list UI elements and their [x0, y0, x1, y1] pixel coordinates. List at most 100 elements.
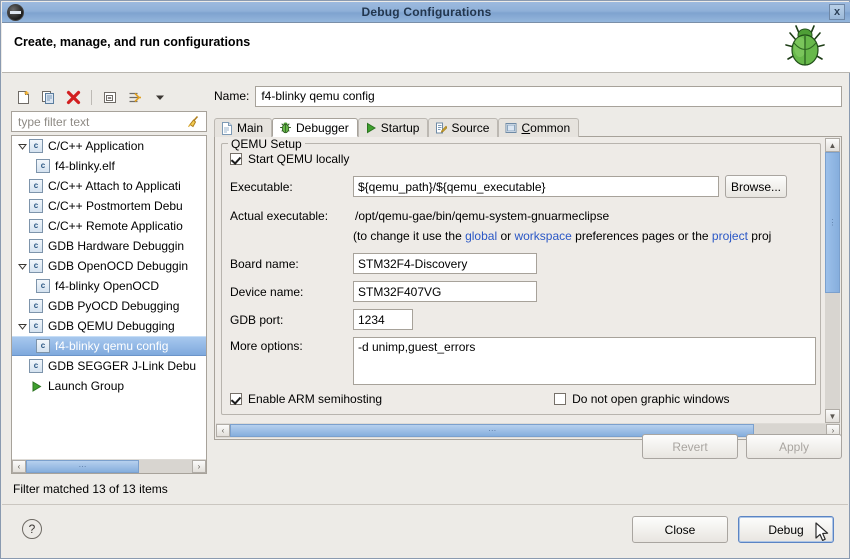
- tree-item[interactable]: cGDB PyOCD Debugging: [12, 296, 206, 316]
- tab-source-label: Source: [451, 121, 489, 135]
- more-options-input[interactable]: -d unimp,guest_errors: [353, 337, 816, 385]
- tree-item-label: GDB OpenOCD Debuggin: [48, 259, 188, 273]
- tree-item[interactable]: c GDB Hardware Debuggin: [12, 236, 206, 256]
- scroll-up-icon[interactable]: ▲: [825, 138, 840, 152]
- gdb-port-input[interactable]: 1234: [353, 309, 413, 330]
- mouse-cursor: [815, 522, 831, 547]
- panel-vertical-scrollbar[interactable]: ▲ ⋮ ▼: [825, 138, 840, 423]
- new-configuration-icon[interactable]: [13, 87, 33, 107]
- more-options-row: More options: -d unimp,guest_errors: [230, 337, 816, 385]
- actual-executable-row: Actual executable: /opt/qemu-gae/bin/qem…: [230, 205, 816, 226]
- tree-item[interactable]: cf4-blinky qemu config: [12, 336, 206, 356]
- tab-startup[interactable]: Startup: [358, 118, 429, 137]
- tree-item[interactable]: cf4-blinky OpenOCD: [12, 276, 206, 296]
- expander-expanded-icon[interactable]: [16, 142, 29, 151]
- hint-suffix: proj: [748, 229, 771, 243]
- tab-debugger[interactable]: Debugger: [272, 118, 358, 137]
- enable-arm-semihosting-checkbox[interactable]: [230, 393, 242, 405]
- tab-bar: Main Debugger: [214, 116, 842, 137]
- no-graphic-windows-checkbox[interactable]: [554, 393, 566, 405]
- board-name-input[interactable]: STM32F4-Discovery: [353, 253, 537, 274]
- start-qemu-locally-checkbox[interactable]: [230, 153, 242, 165]
- green-play-icon: [365, 122, 377, 134]
- tree-item-label: f4-blinky.elf: [55, 159, 115, 173]
- c-config-icon: c: [29, 239, 43, 253]
- common-icon: [505, 122, 517, 134]
- scroll-right-icon[interactable]: ›: [192, 460, 206, 473]
- tree-item-label: GDB Hardware Debuggin: [48, 239, 184, 253]
- hscroll-thumb[interactable]: ⋯: [26, 460, 139, 473]
- gdb-port-label: GDB port:: [230, 313, 353, 327]
- configurations-panel: type filter text cC/C++ Applicationcf4-b…: [11, 85, 207, 496]
- tree-item[interactable]: cC/C++ Attach to Applicati: [12, 176, 206, 196]
- close-icon[interactable]: x: [829, 4, 845, 20]
- bottom-checkbox-row: Enable ARM semihosting Do not open graph…: [230, 392, 816, 406]
- tree-item[interactable]: c GDB OpenOCD Debuggin: [12, 256, 206, 276]
- close-button[interactable]: Close: [632, 516, 728, 543]
- tab-common-label: Common: [521, 121, 570, 135]
- tree-item-label: Launch Group: [48, 379, 124, 393]
- scroll-down-icon[interactable]: ▼: [825, 409, 840, 423]
- device-name-row: Device name: STM32F407VG: [230, 281, 816, 302]
- start-qemu-locally-label: Start QEMU locally: [248, 152, 349, 166]
- hint-mid2: preferences pages or the: [572, 229, 712, 243]
- board-name-label: Board name:: [230, 257, 353, 271]
- browse-button[interactable]: Browse...: [725, 175, 787, 198]
- tree-item[interactable]: cf4-blinky.elf: [12, 156, 206, 176]
- tree-item[interactable]: cC/C++ Application: [12, 136, 206, 156]
- tree-item[interactable]: cC/C++ Postmortem Debu: [12, 196, 206, 216]
- qemu-setup-fields: Start QEMU locally Executable: ${qemu_pa…: [230, 152, 816, 413]
- filter-configurations-icon[interactable]: [125, 87, 145, 107]
- launch-group-play-icon: [29, 379, 43, 393]
- c-config-icon: c: [29, 319, 43, 333]
- broom-clear-icon[interactable]: [187, 115, 200, 131]
- revert-button[interactable]: Revert: [642, 434, 738, 459]
- tab-common[interactable]: Common: [498, 118, 579, 137]
- c-config-icon: c: [29, 299, 43, 313]
- c-config-icon: c: [29, 359, 43, 373]
- tree-item[interactable]: cGDB QEMU Debugging: [12, 316, 206, 336]
- configurations-toolbar: [11, 85, 207, 109]
- gdb-port-row: GDB port: 1234: [230, 309, 816, 330]
- start-qemu-locally-row[interactable]: Start QEMU locally: [230, 152, 816, 166]
- device-name-input[interactable]: STM32F407VG: [353, 281, 537, 302]
- tab-source[interactable]: Source: [428, 118, 498, 137]
- debug-configurations-dialog: Debug Configurations x Create, manage, a…: [0, 0, 850, 559]
- scroll-left-icon[interactable]: ‹: [12, 460, 26, 473]
- view-menu-chevron-icon[interactable]: [150, 87, 170, 107]
- c-config-icon: c: [29, 219, 43, 233]
- c-config-icon: c: [29, 259, 43, 273]
- filter-placeholder: type filter text: [12, 115, 89, 129]
- vscroll-thumb[interactable]: ⋮: [825, 152, 840, 293]
- expander-expanded-icon[interactable]: [16, 322, 29, 331]
- dialog-footer: ? Close Debug: [2, 504, 848, 557]
- vscroll-track[interactable]: ⋮: [825, 152, 840, 409]
- global-preferences-link[interactable]: global: [465, 229, 497, 243]
- apply-revert-row: Revert Apply: [642, 434, 842, 459]
- tree-item[interactable]: cGDB SEGGER J-Link Debu: [12, 356, 206, 376]
- expander-expanded-icon[interactable]: [16, 262, 29, 271]
- filter-input[interactable]: type filter text: [11, 111, 207, 132]
- panel-scroll-left-icon[interactable]: ‹: [216, 424, 230, 437]
- tree-item-label: C/C++ Postmortem Debu: [48, 199, 183, 213]
- tab-main-label: Main: [237, 121, 263, 135]
- delete-configuration-icon[interactable]: [63, 87, 83, 107]
- c-config-icon: c: [36, 279, 50, 293]
- tree-item[interactable]: Launch Group: [12, 376, 206, 396]
- tree-horizontal-scrollbar[interactable]: ‹ ⋯ ›: [11, 459, 207, 474]
- apply-button[interactable]: Apply: [746, 434, 842, 459]
- c-config-icon: c: [36, 339, 50, 353]
- tab-main[interactable]: Main: [214, 118, 272, 137]
- workspace-preferences-link[interactable]: workspace: [514, 229, 571, 243]
- project-preferences-link[interactable]: project: [712, 229, 748, 243]
- duplicate-configuration-icon[interactable]: [38, 87, 58, 107]
- document-icon: [221, 122, 233, 135]
- collapse-all-icon[interactable]: [100, 87, 120, 107]
- help-question-icon[interactable]: ?: [22, 519, 42, 539]
- hint-mid1: or: [497, 229, 514, 243]
- configurations-tree[interactable]: cC/C++ Applicationcf4-blinky.elfcC/C++ A…: [11, 135, 207, 463]
- configuration-name-input[interactable]: f4-blinky qemu config: [255, 86, 842, 107]
- executable-input[interactable]: ${qemu_path}/${qemu_executable}: [353, 176, 719, 197]
- tree-item[interactable]: cC/C++ Remote Applicatio: [12, 216, 206, 236]
- hscroll-track[interactable]: ⋯: [26, 460, 192, 473]
